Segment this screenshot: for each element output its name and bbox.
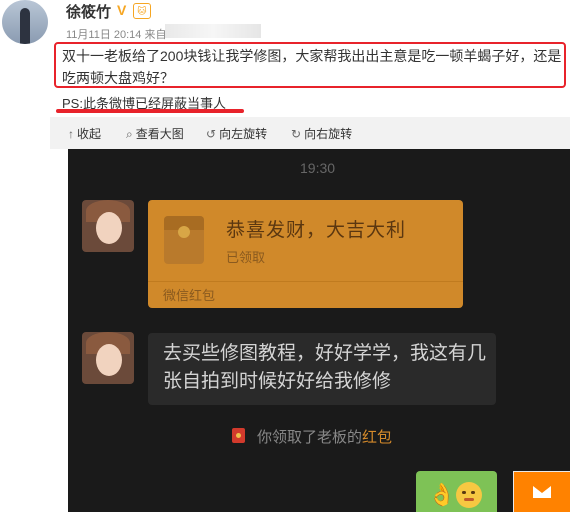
ok-hand-icon: 👌 <box>428 482 456 507</box>
red-packet-title: 恭喜发财，大吉大利 <box>226 220 407 241</box>
red-packet-link[interactable]: 红包 <box>362 429 392 446</box>
rotate-left-icon: ↺ <box>206 127 217 141</box>
red-packet-footer: 微信红包 <box>163 288 216 303</box>
system-message-prefix: 你领取了老板的 <box>257 429 363 446</box>
zoom-icon: ⌕ <box>126 127 133 141</box>
post-timestamp: 11月11日 20:14 来自 <box>66 29 167 41</box>
highlight-underline <box>56 109 244 113</box>
collapse-icon: ↑ <box>68 127 74 141</box>
view-large-label: 查看大图 <box>135 127 184 141</box>
chat-time: 19:30 <box>300 160 336 176</box>
rotate-left-label: 向左旋转 <box>219 127 268 141</box>
mail-icon <box>533 486 551 498</box>
red-packet-small-icon <box>232 428 245 443</box>
view-large-button[interactable]: ⌕ 查看大图 <box>126 125 184 142</box>
username[interactable]: 徐筱竹 <box>66 1 111 22</box>
collapse-button[interactable]: ↑ 收起 <box>68 125 101 142</box>
blurred-source <box>165 24 261 38</box>
post-text: 双十一老板给了200块钱让我学修图，大家帮我出出主意是吃一顿羊蝎子好，还是吃两顿… <box>62 48 562 86</box>
smirk-face-icon <box>456 482 482 508</box>
collapse-label: 收起 <box>77 127 102 141</box>
sender-avatar <box>82 200 134 252</box>
red-packet-status: 已领取 <box>226 250 266 265</box>
rotate-right-button[interactable]: ↻ 向右旋转 <box>291 125 352 142</box>
verified-badge: V <box>117 2 127 18</box>
level-badge: 🐱 <box>133 3 151 19</box>
rotate-left-button[interactable]: ↺ 向左旋转 <box>206 125 267 142</box>
rotate-right-label: 向右旋转 <box>304 127 353 141</box>
message-text: 去买些修图教程，好好学学，我这有几张自拍到时候好好给我修修 <box>163 343 487 392</box>
sender-avatar <box>82 332 134 384</box>
rotate-right-icon: ↻ <box>291 127 302 141</box>
system-message: 你领取了老板的红包 <box>257 426 392 447</box>
red-packet-divider <box>148 281 463 282</box>
user-avatar[interactable] <box>2 0 48 44</box>
red-packet-icon <box>164 216 204 264</box>
